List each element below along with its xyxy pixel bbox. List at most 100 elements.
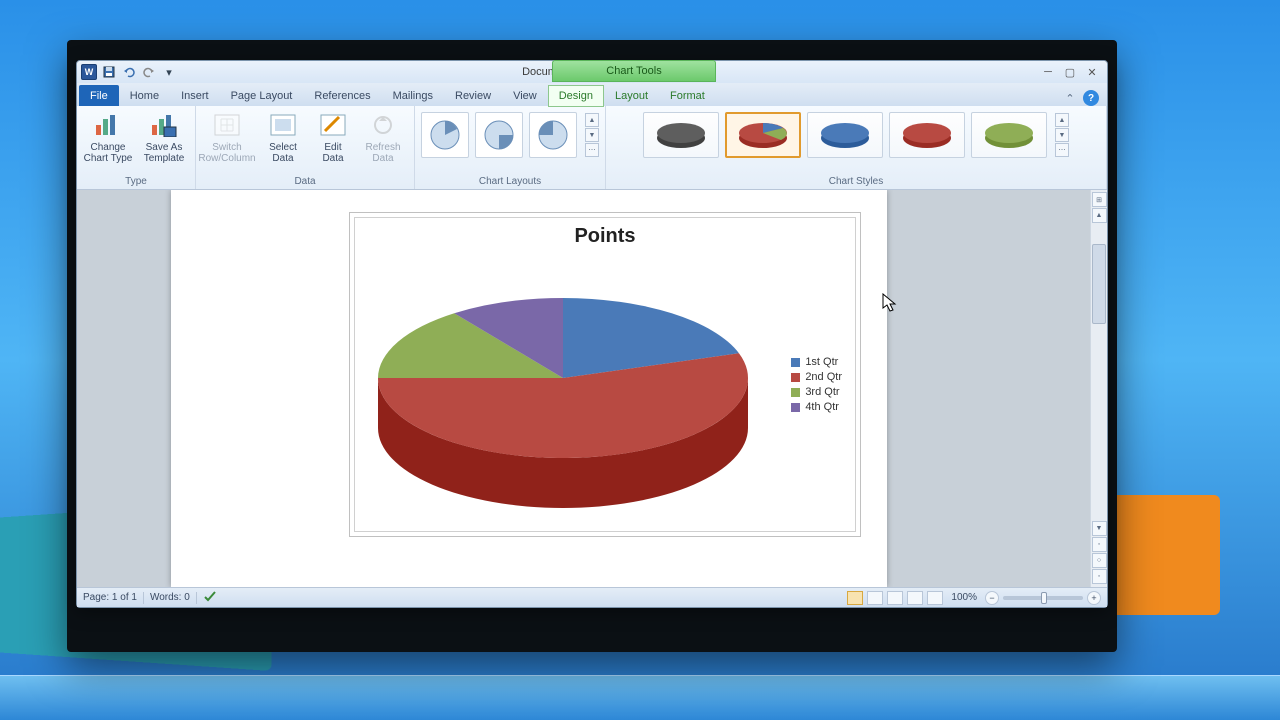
web-layout-view-button[interactable] (887, 591, 903, 605)
status-words[interactable]: Words: 0 (150, 592, 190, 603)
scroll-up-icon[interactable]: ▲ (1092, 208, 1107, 223)
qat-dropdown-icon[interactable]: ▾ (161, 64, 177, 80)
monitor-frame: W ▾ Document1 - Microsoft Word Chart Too… (67, 40, 1117, 652)
scroll-options-icon[interactable]: ⊞ (1092, 192, 1107, 207)
style-gallery-spinner[interactable]: ▲▼⋯ (1055, 113, 1069, 157)
tab-mailings[interactable]: Mailings (382, 85, 444, 106)
status-bar: Page: 1 of 1 Words: 0 100% − + (77, 587, 1107, 607)
document-area: Points 1st Qtr 2nd Qtr 3rd Qtr 4th Qtr ⊞ ▲ … (77, 190, 1107, 587)
scrollbar-thumb[interactable] (1092, 244, 1106, 324)
next-page-icon[interactable]: ◦ (1092, 569, 1107, 584)
chart-layout-thumb[interactable] (529, 112, 577, 158)
legend-item[interactable]: 1st Qtr (791, 356, 842, 368)
tab-home[interactable]: Home (119, 85, 170, 106)
legend-label: 4th Qtr (805, 401, 839, 413)
word-icon[interactable]: W (81, 64, 97, 80)
zoom-out-button[interactable]: − (985, 591, 999, 605)
chart-tools-tab-group: Chart Tools (552, 60, 716, 82)
group-type-label: Type (125, 175, 147, 189)
page[interactable]: Points 1st Qtr 2nd Qtr 3rd Qtr 4th Qtr (171, 190, 887, 587)
chart-legend[interactable]: 1st Qtr 2nd Qtr 3rd Qtr 4th Qtr (791, 353, 842, 416)
proofing-icon[interactable] (203, 589, 217, 606)
print-layout-view-button[interactable] (847, 591, 863, 605)
edit-data-button[interactable]: Edit Data (314, 108, 352, 164)
draft-view-button[interactable] (927, 591, 943, 605)
save-as-template-label: Save As Template (144, 142, 185, 164)
tab-references[interactable]: References (303, 85, 381, 106)
save-as-template-button[interactable]: Save As Template (139, 108, 189, 164)
titlebar: W ▾ Document1 - Microsoft Word Chart Too… (77, 61, 1107, 83)
tab-file[interactable]: File (79, 85, 119, 106)
ribbon-tabs: File Home Insert Page Layout References … (77, 83, 1107, 106)
select-data-label: Select Data (269, 142, 297, 164)
desktop-decoration (1100, 495, 1220, 615)
chart-style-thumb[interactable] (725, 112, 801, 158)
change-chart-type-label: Change Chart Type (84, 142, 133, 164)
legend-label: 3rd Qtr (805, 386, 839, 398)
word-window: W ▾ Document1 - Microsoft Word Chart Too… (76, 60, 1108, 608)
tab-review[interactable]: Review (444, 85, 502, 106)
help-button[interactable]: ? (1083, 90, 1099, 106)
chart-layout-thumb[interactable] (421, 112, 469, 158)
chart-style-thumb[interactable] (643, 112, 719, 158)
quick-access-toolbar: W ▾ (77, 64, 181, 80)
save-icon[interactable] (101, 64, 117, 80)
group-styles-label: Chart Styles (829, 175, 883, 189)
chart-layout-thumb[interactable] (475, 112, 523, 158)
prev-page-icon[interactable]: ◦ (1092, 537, 1107, 552)
chart-title[interactable]: Points (350, 225, 860, 248)
select-data-button[interactable]: Select Data (258, 108, 308, 164)
tab-design[interactable]: Design (548, 85, 604, 107)
minimize-ribbon-button[interactable]: ⌃ (1063, 91, 1077, 105)
windows-taskbar[interactable] (0, 675, 1280, 720)
redo-icon[interactable] (141, 64, 157, 80)
legend-item[interactable]: 4th Qtr (791, 401, 842, 413)
chart-style-thumb[interactable] (889, 112, 965, 158)
fullscreen-reading-view-button[interactable] (867, 591, 883, 605)
change-chart-type-button[interactable]: Change Chart Type (83, 108, 133, 164)
switch-row-column-label: Switch Row/Column (198, 142, 255, 164)
group-layouts-label: Chart Layouts (479, 175, 541, 189)
tab-view[interactable]: View (502, 85, 548, 106)
outline-view-button[interactable] (907, 591, 923, 605)
tab-insert[interactable]: Insert (170, 85, 220, 106)
legend-item[interactable]: 2nd Qtr (791, 371, 842, 383)
refresh-data-label: Refresh Data (365, 142, 400, 164)
tab-layout[interactable]: Layout (604, 85, 659, 106)
tab-format[interactable]: Format (659, 85, 716, 106)
legend-item[interactable]: 3rd Qtr (791, 386, 842, 398)
edit-data-label: Edit Data (322, 142, 343, 164)
zoom-slider[interactable] (1003, 596, 1083, 600)
layout-gallery-spinner[interactable]: ▲▼⋯ (585, 113, 599, 157)
scrollbar-track[interactable] (1092, 222, 1106, 537)
scroll-down-icon[interactable]: ▼ (1092, 521, 1107, 536)
legend-swatch (791, 358, 800, 367)
ribbon: Change Chart Type Save As Template Type … (77, 106, 1107, 190)
chart-object[interactable]: Points 1st Qtr 2nd Qtr 3rd Qtr 4th Qtr (349, 212, 861, 537)
zoom-in-button[interactable]: + (1087, 591, 1101, 605)
minimize-button[interactable]: ─ (1041, 65, 1055, 79)
switch-row-column-button: Switch Row/Column (202, 108, 252, 164)
refresh-data-button: Refresh Data (358, 108, 408, 164)
group-type: Change Chart Type Save As Template Type (77, 106, 196, 189)
zoom-slider-knob[interactable] (1041, 592, 1047, 604)
close-button[interactable]: ✕ (1085, 65, 1099, 79)
group-data-label: Data (294, 175, 315, 189)
legend-swatch (791, 403, 800, 412)
status-page[interactable]: Page: 1 of 1 (83, 592, 137, 603)
legend-swatch (791, 373, 800, 382)
legend-swatch (791, 388, 800, 397)
group-data: Switch Row/Column Select Data Edit Data … (196, 106, 415, 189)
maximize-button[interactable]: ▢ (1063, 65, 1077, 79)
chart-style-thumb[interactable] (971, 112, 1047, 158)
zoom-level[interactable]: 100% (951, 592, 977, 603)
chart-plot-area[interactable] (368, 263, 758, 518)
legend-label: 1st Qtr (805, 356, 838, 368)
vertical-scrollbar[interactable]: ⊞ ▲ ▼ ◦ ○ ◦ (1090, 190, 1107, 587)
browse-object-icon[interactable]: ○ (1092, 553, 1107, 568)
undo-icon[interactable] (121, 64, 137, 80)
tab-page-layout[interactable]: Page Layout (220, 85, 304, 106)
chart-style-thumb[interactable] (807, 112, 883, 158)
group-chart-styles: ▲▼⋯ Chart Styles (606, 106, 1107, 189)
legend-label: 2nd Qtr (805, 371, 842, 383)
